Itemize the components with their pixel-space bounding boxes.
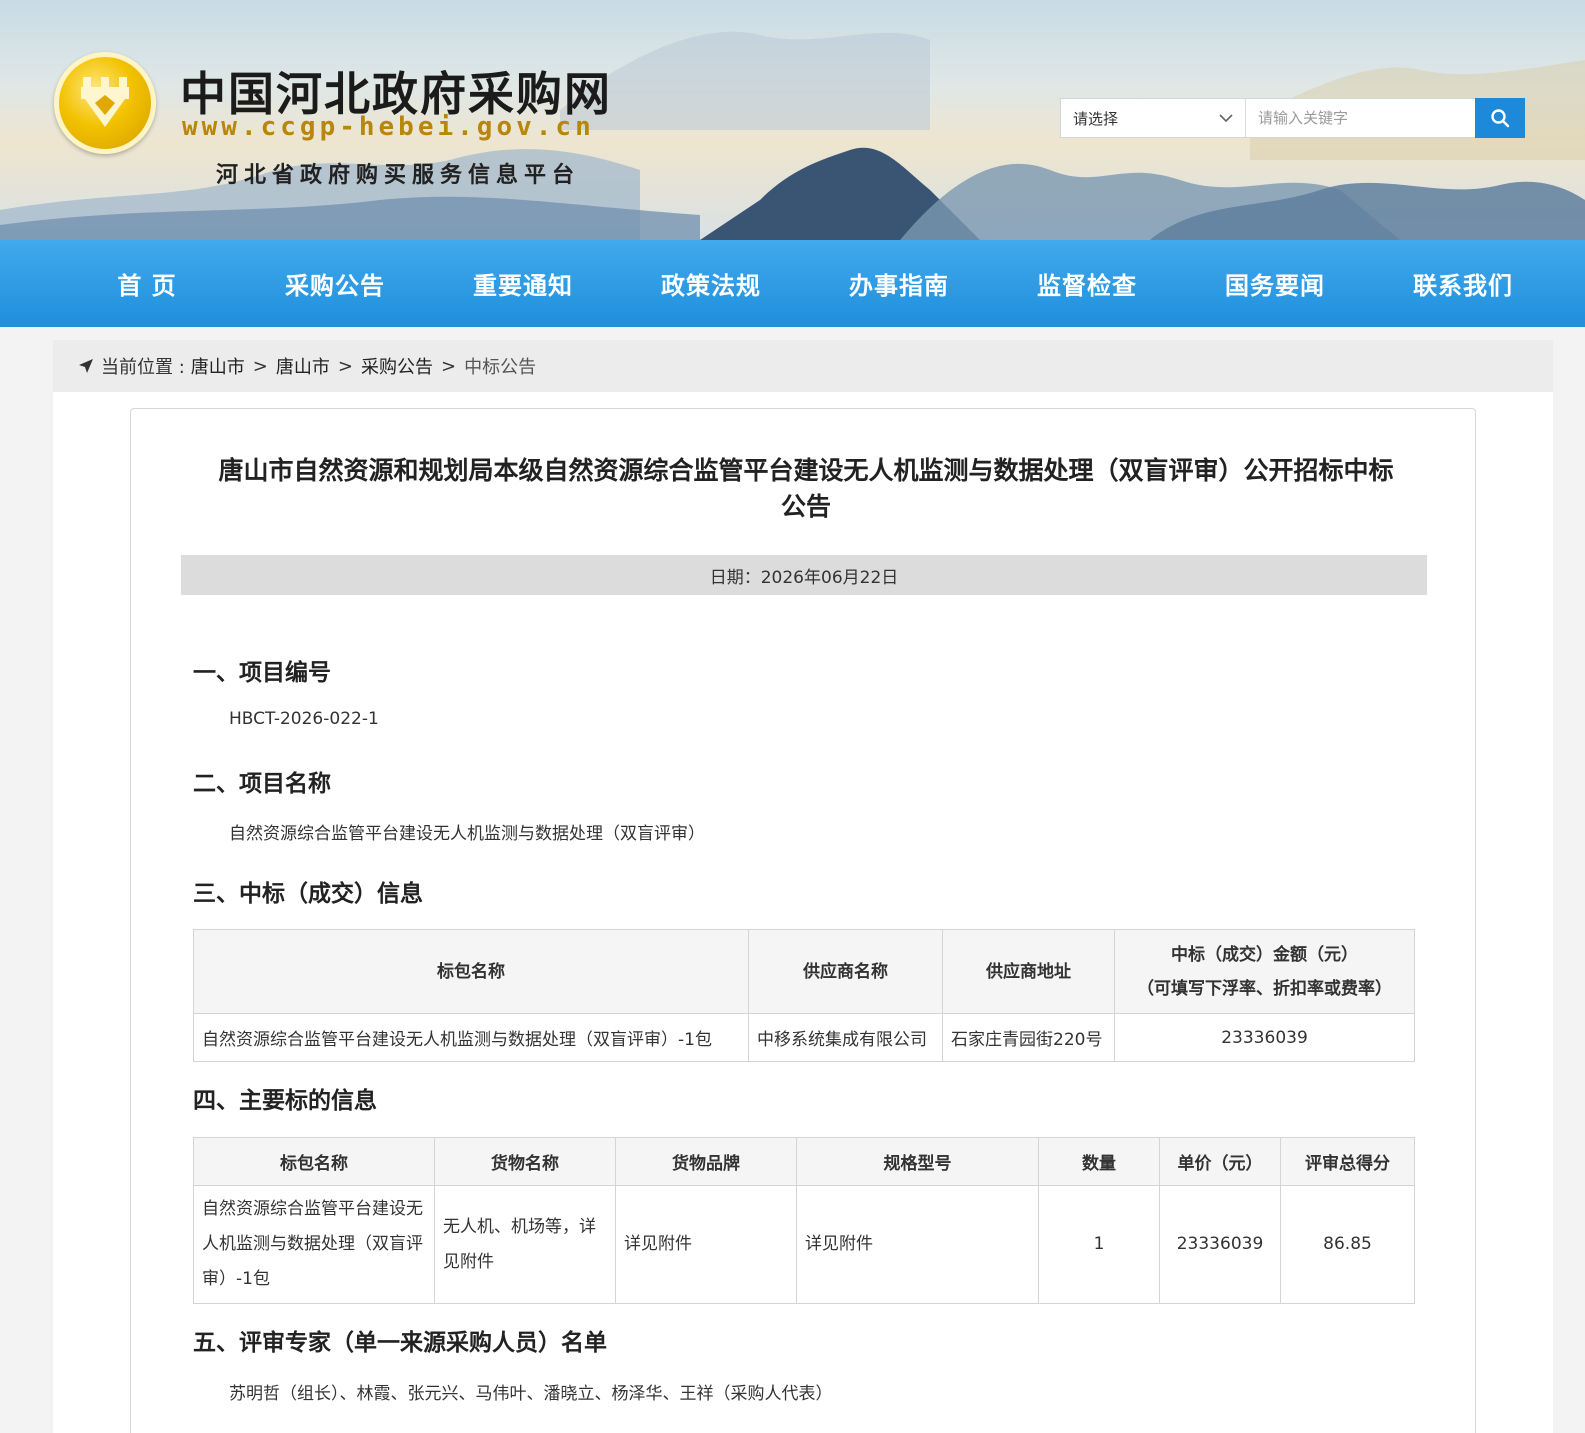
award-table: 标包名称 供应商名称 供应商地址 中标（成交）金额（元） （可填写下浮率、折扣率… <box>193 929 1415 1062</box>
nav-state-news[interactable]: 国务要闻 <box>1181 240 1369 327</box>
article-title: 唐山市自然资源和规划局本级自然资源综合监管平台建设无人机监测与数据处理（双盲评审… <box>218 456 1394 521</box>
column-header: 规格型号 <box>796 1137 1039 1186</box>
table-cell: 23336039 <box>1159 1185 1281 1304</box>
logo-emblem-icon <box>81 77 129 127</box>
table-cell: 详见附件 <box>615 1185 797 1304</box>
section-heading-award-info: 三、中标（成交）信息 <box>193 881 423 907</box>
breadcrumb-prefix: 当前位置 : <box>101 357 185 378</box>
table-cell: 详见附件 <box>796 1185 1039 1304</box>
table-header-row: 标包名称 货物名称 货物品牌 规格型号 数量 单价（元） 评审总得分 <box>193 1137 1415 1186</box>
column-header: 标包名称 <box>193 1137 435 1186</box>
site-url: www.ccgp-hebei.gov.cn <box>182 112 595 142</box>
header-banner: 中国河北政府采购网 www.ccgp-hebei.gov.cn 河北省政府购买服… <box>0 0 1585 240</box>
main-nav: 首 页 采购公告 重要通知 政策法规 办事指南 监督检查 国务要闻 联系我们 <box>0 240 1585 327</box>
breadcrumb-separator: > <box>252 355 268 377</box>
breadcrumb-separator: > <box>440 355 457 377</box>
breadcrumb-item-city-2[interactable]: 唐山市 <box>276 353 330 379</box>
breadcrumb-item-procurement[interactable]: 采购公告 <box>361 353 433 379</box>
announcement-article: 唐山市自然资源和规划局本级自然资源综合监管平台建设无人机监测与数据处理（双盲评审… <box>130 408 1476 1433</box>
breadcrumb-separator: > <box>337 355 353 377</box>
publish-date: 日期：2026年06月22日 <box>181 555 1427 595</box>
column-header: 标包名称 <box>193 929 749 1014</box>
table-row: 自然资源综合监管平台建设无人机监测与数据处理（双盲评审）-1包 无人机、机场等，… <box>193 1185 1415 1304</box>
search-bar: 请选择 <box>1060 98 1525 138</box>
location-arrow-icon <box>79 359 93 373</box>
search-input[interactable] <box>1246 99 1475 137</box>
search-category-value: 请选择 <box>1073 109 1119 128</box>
table-cell: 自然资源综合监管平台建设无人机监测与数据处理（双盲评审）-1包 <box>193 1185 435 1304</box>
search-button[interactable] <box>1475 98 1525 138</box>
chevron-down-icon <box>1219 114 1233 123</box>
items-table: 标包名称 货物名称 货物品牌 规格型号 数量 单价（元） 评审总得分 自然资源综… <box>193 1137 1415 1304</box>
breadcrumb: 当前位置 : 唐山市 > 唐山市 > 采购公告 > 中标公告 <box>53 340 1553 392</box>
section-heading-experts: 五、评审专家（单一来源采购人员）名单 <box>193 1330 607 1356</box>
table-cell: 石家庄青园街220号 <box>942 1013 1115 1062</box>
nav-guides[interactable]: 办事指南 <box>805 240 993 327</box>
table-header-row: 标包名称 供应商名称 供应商地址 中标（成交）金额（元） （可填写下浮率、折扣率… <box>193 929 1415 1014</box>
section-heading-project-name: 二、项目名称 <box>193 771 331 797</box>
column-header: 货物名称 <box>434 1137 616 1186</box>
nav-supervision[interactable]: 监督检查 <box>993 240 1181 327</box>
nav-home[interactable]: 首 页 <box>53 240 241 327</box>
table-cell: 中移系统集成有限公司 <box>748 1013 943 1062</box>
site-logo[interactable] <box>54 52 156 154</box>
search-category-select[interactable]: 请选择 <box>1061 99 1246 137</box>
nav-important-notices[interactable]: 重要通知 <box>429 240 617 327</box>
column-header-amount: 中标（成交）金额（元） （可填写下浮率、折扣率或费率） <box>1114 929 1415 1014</box>
column-header: 供应商名称 <box>748 929 943 1014</box>
table-cell: 86.85 <box>1280 1185 1415 1304</box>
breadcrumb-item-city[interactable]: 唐山市 <box>191 353 245 379</box>
table-row: 自然资源综合监管平台建设无人机监测与数据处理（双盲评审）-1包 中移系统集成有限… <box>193 1013 1415 1062</box>
column-header-amount-line1: 中标（成交）金额（元） <box>1171 944 1358 965</box>
column-header: 数量 <box>1038 1137 1160 1186</box>
site-subtitle: 河北省政府购买服务信息平台 <box>216 163 581 188</box>
search-icon <box>1491 109 1510 128</box>
column-header-amount-line2: （可填写下浮率、折扣率或费率） <box>1137 978 1392 999</box>
table-cell: 无人机、机场等，详见附件 <box>434 1185 616 1304</box>
column-header: 供应商地址 <box>942 929 1115 1014</box>
column-header: 单价（元） <box>1159 1137 1281 1186</box>
section-heading-project-number: 一、项目编号 <box>193 660 331 686</box>
nav-policies[interactable]: 政策法规 <box>617 240 805 327</box>
experts-list: 苏明哲（组长）、林霞、张元兴、马伟叶、潘晓立、杨泽华、王祥（采购人代表） <box>229 1384 833 1404</box>
column-header: 货物品牌 <box>615 1137 797 1186</box>
table-cell: 自然资源综合监管平台建设无人机监测与数据处理（双盲评审）-1包 <box>193 1013 749 1062</box>
column-header: 评审总得分 <box>1280 1137 1415 1186</box>
table-cell: 1 <box>1038 1185 1160 1304</box>
nav-contact[interactable]: 联系我们 <box>1369 240 1557 327</box>
project-number: HBCT-2026-022-1 <box>229 709 379 729</box>
section-heading-main-items: 四、主要标的信息 <box>193 1088 377 1114</box>
nav-procurement-notices[interactable]: 采购公告 <box>241 240 429 327</box>
table-cell: 23336039 <box>1114 1013 1415 1062</box>
project-name: 自然资源综合监管平台建设无人机监测与数据处理（双盲评审） <box>229 824 705 844</box>
breadcrumb-item-current: 中标公告 <box>464 357 537 378</box>
